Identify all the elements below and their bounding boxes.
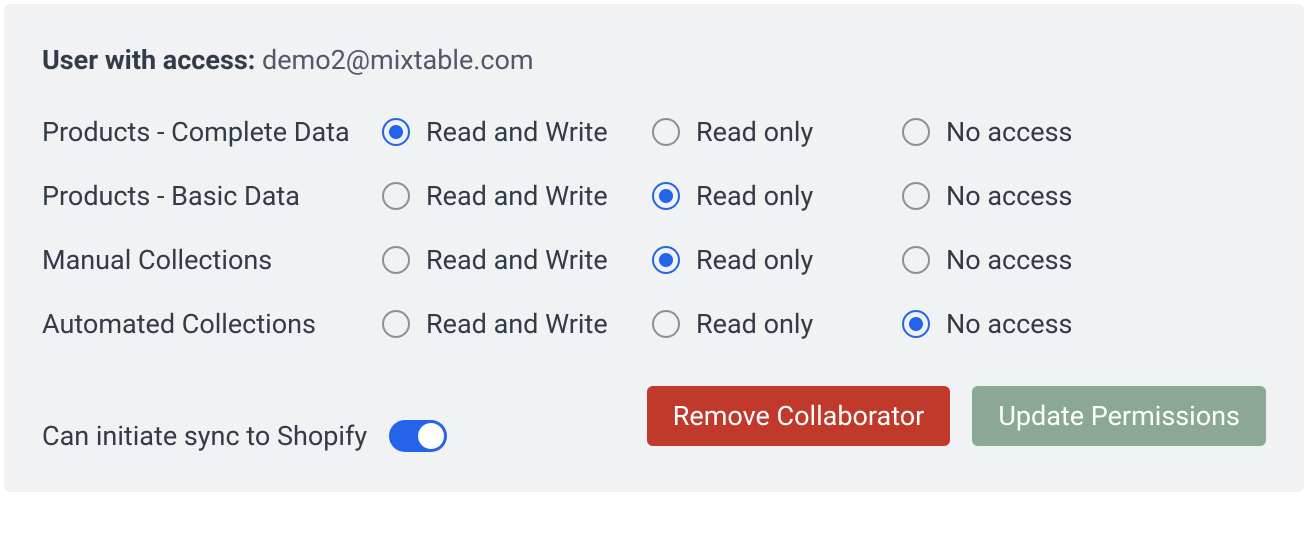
- permission-radio-rw[interactable]: Read and Write: [382, 180, 652, 212]
- permission-radio-na[interactable]: No access: [902, 308, 1266, 340]
- radio-label: No access: [946, 116, 1073, 148]
- header-label: User with access:: [42, 44, 255, 76]
- permission-radio-ro[interactable]: Read only: [652, 244, 902, 276]
- radio-icon: [382, 182, 410, 210]
- permission-label: Manual Collections: [42, 244, 382, 276]
- footer-row: Can initiate sync to Shopify Remove Coll…: [42, 380, 1266, 452]
- permission-radio-na[interactable]: No access: [902, 244, 1266, 276]
- radio-icon: [902, 118, 930, 146]
- update-permissions-button[interactable]: Update Permissions: [972, 386, 1266, 446]
- permission-radio-ro[interactable]: Read only: [652, 180, 902, 212]
- radio-icon: [652, 246, 680, 274]
- radio-label: Read only: [696, 244, 813, 276]
- radio-icon: [902, 310, 930, 338]
- header-email: demo2@mixtable.com: [262, 44, 534, 76]
- radio-icon: [652, 182, 680, 210]
- permission-radio-na[interactable]: No access: [902, 180, 1266, 212]
- radio-label: Read and Write: [426, 244, 608, 276]
- radio-label: Read and Write: [426, 308, 608, 340]
- permission-radio-rw[interactable]: Read and Write: [382, 308, 652, 340]
- permission-radio-rw[interactable]: Read and Write: [382, 116, 652, 148]
- radio-label: Read only: [696, 116, 813, 148]
- radio-label: Read and Write: [426, 116, 608, 148]
- radio-label: No access: [946, 180, 1073, 212]
- sync-toggle[interactable]: [389, 420, 447, 452]
- permissions-table: Products - Complete Data Read and Write Re…: [42, 116, 1266, 340]
- permission-label: Products - Complete Data: [42, 116, 382, 148]
- user-permissions-panel: User with access: demo2@mixtable.com Pro…: [4, 4, 1304, 492]
- permission-radio-ro[interactable]: Read only: [652, 116, 902, 148]
- permission-label: Products - Basic Data: [42, 180, 382, 212]
- toggle-knob: [418, 423, 444, 449]
- radio-icon: [902, 182, 930, 210]
- sync-label: Can initiate sync to Shopify: [42, 420, 367, 452]
- radio-icon: [382, 118, 410, 146]
- panel-header: User with access: demo2@mixtable.com: [42, 44, 1266, 76]
- permission-radio-ro[interactable]: Read only: [652, 308, 902, 340]
- radio-label: No access: [946, 308, 1073, 340]
- permission-radio-na[interactable]: No access: [902, 116, 1266, 148]
- radio-icon: [902, 246, 930, 274]
- radio-label: Read and Write: [426, 180, 608, 212]
- permission-radio-rw[interactable]: Read and Write: [382, 244, 652, 276]
- permission-label: Automated Collections: [42, 308, 382, 340]
- radio-label: Read only: [696, 308, 813, 340]
- radio-label: No access: [946, 244, 1073, 276]
- radio-icon: [382, 310, 410, 338]
- action-buttons: Remove Collaborator Update Permissions: [647, 386, 1266, 446]
- radio-icon: [382, 246, 410, 274]
- radio-icon: [652, 310, 680, 338]
- remove-collaborator-button[interactable]: Remove Collaborator: [647, 386, 951, 446]
- sync-toggle-group: Can initiate sync to Shopify: [42, 420, 447, 452]
- radio-icon: [652, 118, 680, 146]
- radio-label: Read only: [696, 180, 813, 212]
